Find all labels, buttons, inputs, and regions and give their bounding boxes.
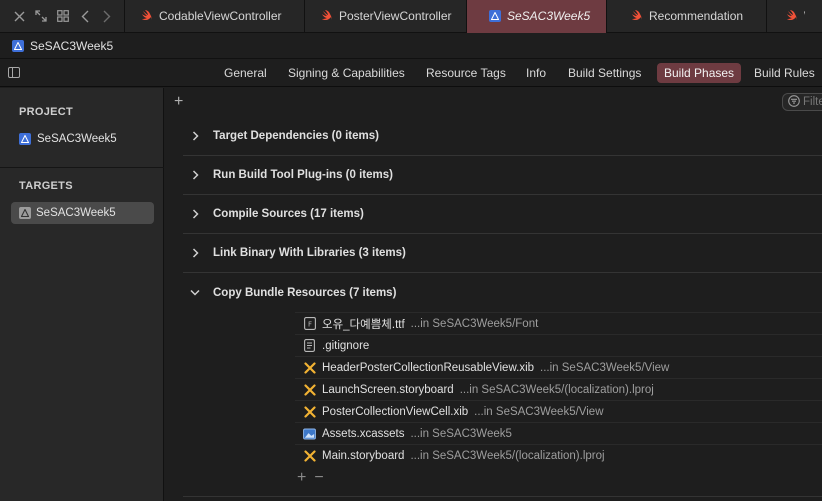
tab-recommendation[interactable]: Recommendation (607, 0, 767, 33)
sidebar-item-label: SeSAC3Week5 (37, 133, 117, 145)
tab-general[interactable]: General (217, 63, 274, 83)
tab-bar: CodableViewController PosterViewControll… (0, 0, 822, 33)
grid-icon[interactable] (52, 5, 74, 27)
project-target-sidebar: PROJECT SeSAC3Week5 TARGETS SeSAC3Week5 (0, 88, 164, 501)
phase-title: Compile Sources (17 items) (213, 208, 364, 220)
tab-signing-capabilities[interactable]: Signing & Capabilities (281, 63, 412, 83)
project-heading: PROJECT (19, 106, 74, 118)
tab-build-settings[interactable]: Build Settings (561, 63, 648, 83)
text-file-icon (303, 339, 316, 352)
phase-title: Run Build Tool Plug-ins (0 items) (213, 169, 393, 181)
phase-copy-bundle-resources[interactable]: Copy Bundle Resources (7 items) (183, 273, 822, 312)
breadcrumb: SeSAC3Week5 (0, 33, 822, 59)
expand-icon[interactable] (30, 5, 52, 27)
file-location: ...in SeSAC3Week5/View (474, 405, 604, 418)
back-chevron-icon[interactable] (74, 5, 96, 27)
forward-chevron-icon[interactable] (96, 5, 118, 27)
tab-label: PosterViewController (339, 9, 452, 23)
chevron-right-icon[interactable] (189, 131, 201, 141)
sidebar-item-project[interactable]: SeSAC3Week5 (11, 128, 154, 150)
phase-link-binary[interactable]: Link Binary With Libraries (3 items) (183, 234, 822, 273)
font-file-icon: F (303, 317, 316, 330)
sidebar-item-target[interactable]: SeSAC3Week5 (11, 202, 154, 224)
filter-placeholder: Filte (803, 96, 822, 108)
add-remove-controls: + − (297, 469, 324, 487)
svg-text:F: F (307, 321, 311, 329)
chevron-right-icon[interactable] (189, 170, 201, 180)
file-location: ...in SeSAC3Week5/Font (410, 317, 539, 330)
project-icon (19, 133, 31, 145)
tab-info[interactable]: Info (519, 63, 553, 83)
file-name: PosterCollectionViewCell.xib (322, 405, 469, 418)
chevron-down-icon[interactable] (189, 289, 201, 296)
interface-builder-icon (303, 361, 316, 374)
interface-builder-icon (303, 405, 316, 418)
file-name: 오유_다예쁨체.ttf (322, 318, 405, 331)
breadcrumb-project[interactable]: SeSAC3Week5 (30, 39, 113, 53)
chevron-right-icon[interactable] (189, 248, 201, 258)
close-tab-icon[interactable] (8, 5, 30, 27)
interface-builder-icon (303, 383, 316, 396)
tab-overflow[interactable]: W (767, 0, 805, 33)
phase-run-build-tool-plugins[interactable]: Run Build Tool Plug-ins (0 items) (183, 156, 822, 195)
file-location: ...in SeSAC3Week5 (410, 427, 512, 440)
phase-title: Target Dependencies (0 items) (213, 130, 379, 142)
list-item[interactable]: Assets.xcassets ...in SeSAC3Week5 (295, 422, 822, 444)
tab-codable-view-controller[interactable]: CodableViewController (125, 0, 305, 33)
tab-build-phases[interactable]: Build Phases (657, 63, 742, 83)
remove-file-button[interactable]: − (314, 469, 323, 487)
filter-icon (788, 94, 800, 110)
sidebar-toggle-icon[interactable] (8, 67, 20, 78)
phase-target-dependencies[interactable]: Target Dependencies (0 items) (183, 117, 822, 156)
chevron-right-icon[interactable] (189, 209, 201, 219)
project-icon (489, 10, 501, 22)
file-name: Assets.xcassets (322, 427, 405, 440)
file-location: ...in SeSAC3Week5/(localization).lproj (410, 449, 605, 462)
tab-bar-controls (0, 0, 125, 33)
list-item[interactable]: F 오유_다예쁨체.ttf ...in SeSAC3Week5/Font (295, 312, 822, 334)
tab-label: W (804, 9, 805, 23)
tab-resource-tags[interactable]: Resource Tags (419, 63, 513, 83)
list-item[interactable]: HeaderPosterCollectionReusableView.xib .… (295, 356, 822, 378)
file-name: LaunchScreen.storyboard (322, 383, 454, 396)
tab-sesac3week5[interactable]: SeSAC3Week5 (467, 0, 607, 33)
phase-title: Link Binary With Libraries (3 items) (213, 247, 406, 259)
phase-title: Copy Bundle Resources (7 items) (213, 286, 397, 299)
asset-catalog-icon (303, 427, 316, 440)
tab-label: CodableViewController (159, 9, 282, 23)
phase-compile-sources[interactable]: Compile Sources (17 items) (183, 195, 822, 234)
file-location: ...in SeSAC3Week5/(localization).lproj (459, 383, 654, 396)
tab-label: SeSAC3Week5 (507, 9, 591, 23)
sidebar-item-label: SeSAC3Week5 (36, 207, 116, 219)
targets-heading: TARGETS (19, 180, 73, 192)
add-file-button[interactable]: + (297, 469, 306, 487)
app-target-icon (19, 207, 31, 219)
list-item[interactable]: PosterCollectionViewCell.xib ...in SeSAC… (295, 400, 822, 422)
project-icon (12, 39, 24, 52)
file-name: .gitignore (322, 339, 370, 352)
list-item[interactable]: .gitignore (295, 334, 822, 356)
interface-builder-icon (303, 449, 316, 462)
tab-label: Recommendation (649, 9, 744, 23)
swift-file-icon (631, 10, 643, 22)
filter-field[interactable]: Filte (782, 93, 822, 111)
swift-file-icon (321, 10, 333, 22)
tab-poster-view-controller[interactable]: PosterViewController (305, 0, 467, 33)
swift-file-icon (141, 10, 153, 22)
tab-build-rules[interactable]: Build Rules (747, 63, 822, 83)
file-name: Main.storyboard (322, 449, 405, 462)
add-build-phase-button[interactable]: + (174, 93, 183, 111)
list-item[interactable]: LaunchScreen.storyboard ...in SeSAC3Week… (295, 378, 822, 400)
swift-file-icon (786, 10, 798, 22)
file-location: ...in SeSAC3Week5/View (540, 361, 670, 374)
file-name: HeaderPosterCollectionReusableView.xib (322, 361, 535, 374)
list-item[interactable]: Main.storyboard ...in SeSAC3Week5/(local… (295, 444, 822, 466)
build-phases-editor: + Filte Target Dependencies (0 items) Ru… (165, 88, 822, 501)
editor-tab-bar: General Signing & Capabilities Resource … (0, 59, 822, 87)
